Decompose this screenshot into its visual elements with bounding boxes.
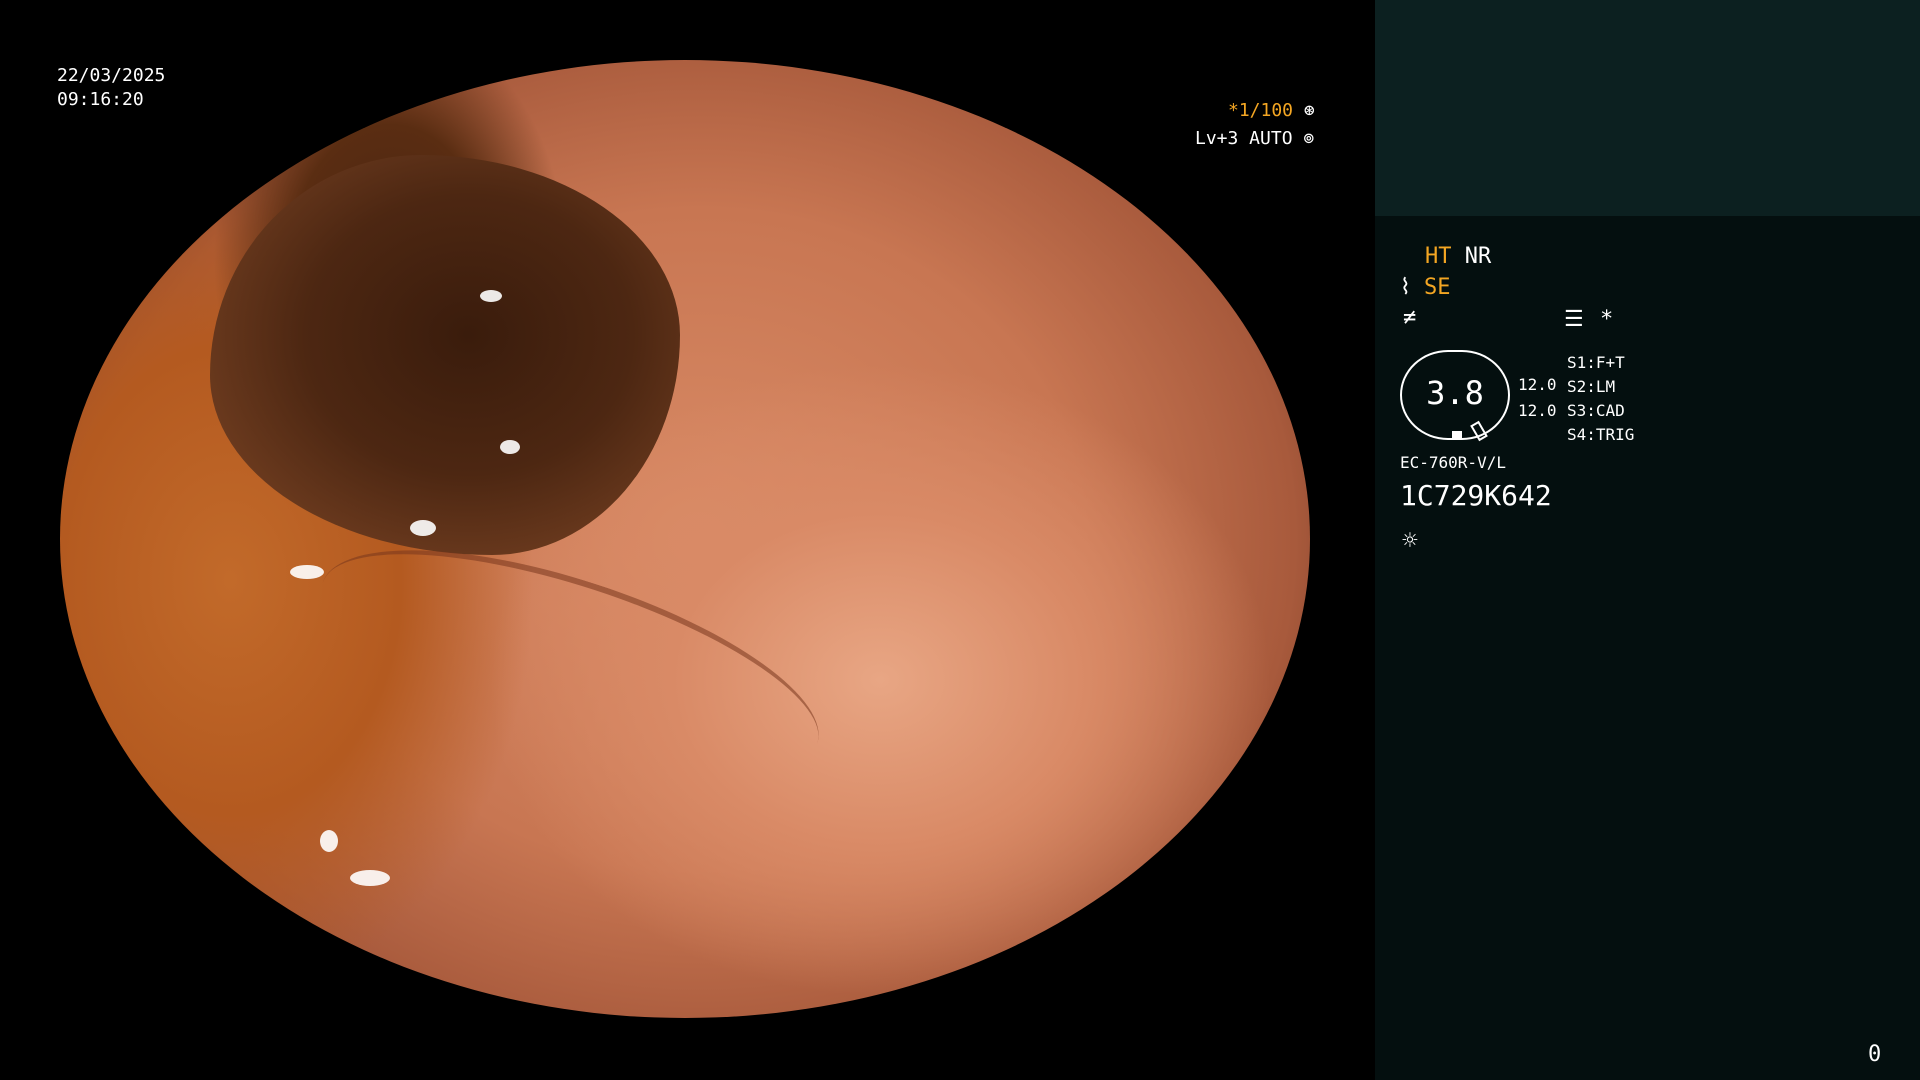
specular-highlight (410, 520, 436, 536)
aperture-icon: ⊛ (1303, 100, 1315, 121)
mode-ht-nr: HT NR (1425, 244, 1491, 270)
specular-highlight (350, 870, 390, 886)
mucosal-fold (297, 503, 843, 823)
endoscope-model: EC-760R-V/L (1400, 453, 1506, 472)
switch-row: S2:LM (1567, 377, 1616, 396)
list-icon: ☰ (1564, 307, 1584, 332)
lumen-region (210, 155, 680, 555)
endoscopic-image (60, 60, 1310, 1018)
specular-highlight (430, 995, 500, 1018)
specular-highlight (480, 290, 502, 302)
specular-highlight (320, 830, 338, 852)
shutter-row: *1/100 ⊛ (1228, 99, 1315, 123)
mode-ht-label: HT (1425, 244, 1452, 269)
date-text: 22/03/2025 (57, 65, 166, 86)
endoscope-serial: 1C729K642 (1400, 479, 1552, 512)
gauge-mark (1452, 431, 1462, 438)
shutter-text: *1/100 (1228, 100, 1294, 121)
time-text: 09:16:20 (57, 89, 144, 110)
status-panel (1375, 0, 1920, 1080)
image-mask-top (0, 0, 1375, 60)
image-mask-bottom (0, 1018, 1375, 1080)
mode-se-row: ⌇ SE (1400, 275, 1451, 301)
status-panel-header (1375, 0, 1920, 216)
sun-icon: ☼ (1402, 526, 1418, 556)
light-level-row: Lv+3 AUTO ⊚ (1195, 127, 1314, 151)
light-level-text: Lv+3 AUTO (1195, 128, 1293, 149)
pressure-gauge: 3.8 (1400, 350, 1510, 442)
switch-row: S3:CAD (1567, 401, 1625, 420)
mode-nr-label: NR (1464, 244, 1492, 269)
gauge-value: 3.8 (1426, 374, 1484, 412)
pointer-icon: ⌇ (1400, 275, 1411, 300)
endoscope-view-area: 22/03/2025 09:16:20 *1/100 ⊛ Lv+3 AUTO ⊚ (0, 0, 1375, 1080)
iris-icon: ⊚ (1303, 128, 1315, 149)
gauge-bottom-value: 12.0 (1518, 401, 1557, 420)
specular-highlight (290, 565, 324, 579)
specular-highlight (500, 440, 520, 454)
gauge-top-value: 12.0 (1518, 375, 1557, 394)
switch-row: S1:F+T (1567, 353, 1625, 372)
mode-se-label: SE (1424, 275, 1451, 300)
not-equal-icon: ≠ (1403, 305, 1417, 330)
frame-counter: 0 (1868, 1042, 1882, 1067)
asterisk-indicator: * (1600, 307, 1614, 332)
switch-row: S4:TRIG (1567, 425, 1635, 444)
